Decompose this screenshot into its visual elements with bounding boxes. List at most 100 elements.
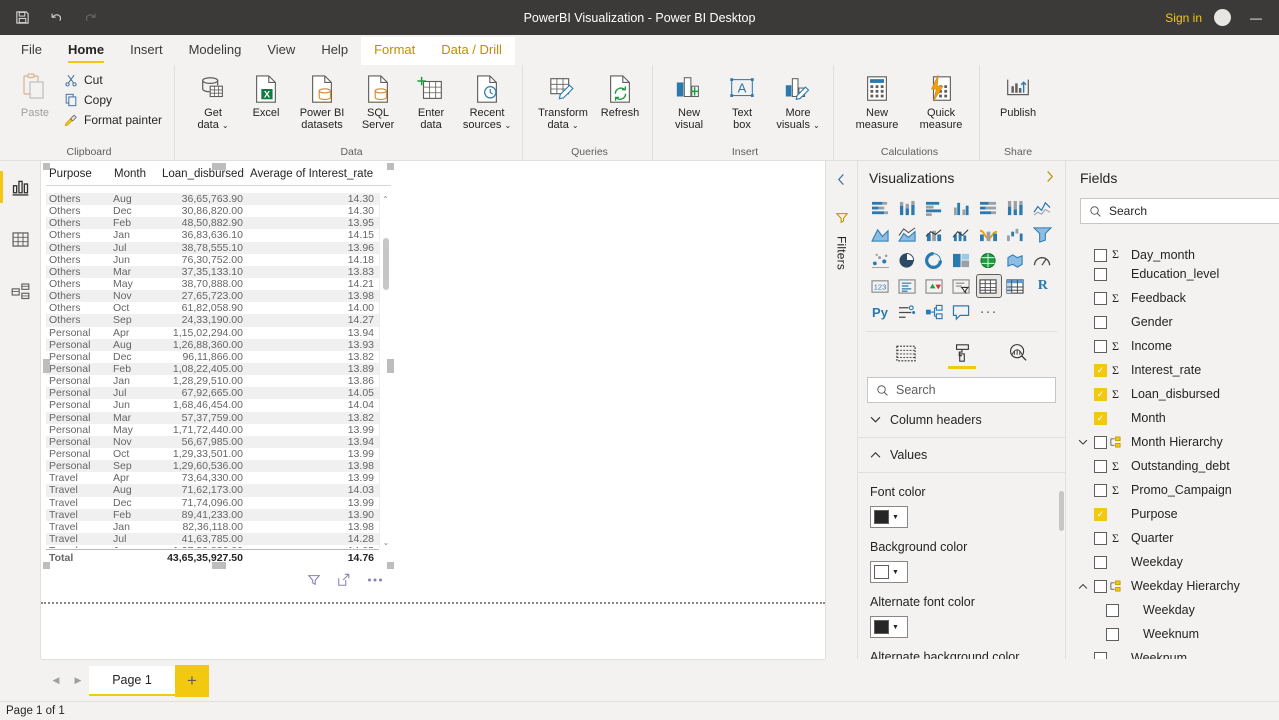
- field-item-weekday[interactable]: Weekday: [1066, 550, 1279, 574]
- field-checkbox[interactable]: [1094, 388, 1107, 401]
- field-checkbox[interactable]: [1094, 580, 1107, 593]
- tab-format-pane[interactable]: [946, 339, 978, 367]
- field-item-loan-disbursed[interactable]: ΣLoan_disbursed: [1066, 382, 1279, 406]
- ribbon-chart-icon[interactable]: [977, 223, 1001, 245]
- table-row[interactable]: PersonalApr1,15,02,294.0013.94: [46, 327, 379, 339]
- field-item-income[interactable]: ΣIncome: [1066, 334, 1279, 358]
- field-item-month-hierarchy[interactable]: Month Hierarchy: [1066, 430, 1279, 454]
- table-vertical-scrollbar[interactable]: ⌃ ⌄: [379, 193, 391, 548]
- paste-button[interactable]: Paste: [10, 69, 60, 119]
- table-row[interactable]: OthersDec30,86,820.0014.30: [46, 205, 379, 217]
- tab-fields-pane[interactable]: [890, 339, 922, 367]
- more-options-icon[interactable]: [367, 577, 383, 583]
- undo-icon[interactable]: [46, 8, 66, 28]
- table-row[interactable]: PersonalFeb1,08,22,405.0013.89: [46, 363, 379, 375]
- publish-button[interactable]: Publish: [992, 69, 1044, 122]
- field-checkbox[interactable]: [1094, 340, 1107, 353]
- tab-help[interactable]: Help: [308, 37, 361, 65]
- stacked-area-chart-icon[interactable]: [895, 223, 919, 245]
- map-icon[interactable]: [977, 249, 1001, 271]
- table-row[interactable]: TravelJun1,27,32,836.0014.05: [46, 545, 379, 548]
- table-row[interactable]: PersonalOct1,29,33,501.0013.99: [46, 448, 379, 460]
- field-item-weeknum[interactable]: Weeknum: [1066, 646, 1279, 659]
- table-row[interactable]: OthersNov27,65,723.0013.98: [46, 290, 379, 302]
- field-item-gender[interactable]: Gender: [1066, 310, 1279, 334]
- field-item-quarter[interactable]: ΣQuarter: [1066, 526, 1279, 550]
- decomposition-tree-icon[interactable]: [922, 301, 946, 323]
- page-next-button[interactable]: ▶: [67, 666, 89, 696]
- scroll-up-arrow[interactable]: ⌃: [380, 193, 391, 205]
- tab-modeling[interactable]: Modeling: [176, 37, 255, 65]
- format-pane-scrollbar[interactable]: [1059, 491, 1064, 531]
- table-row[interactable]: OthersAug36,65,763.9014.30: [46, 193, 379, 205]
- chevron-right-icon[interactable]: [1044, 170, 1055, 186]
- format-section-column-headers[interactable]: Column headers: [858, 403, 1065, 438]
- field-checkbox[interactable]: [1094, 249, 1107, 262]
- powerbi-datasets-button[interactable]: Power BI datasets: [293, 69, 351, 134]
- chevron-down-icon[interactable]: [1078, 439, 1094, 446]
- text-box-button[interactable]: A Text box: [716, 69, 768, 134]
- field-checkbox[interactable]: [1094, 508, 1107, 521]
- pie-chart-icon[interactable]: [895, 249, 919, 271]
- clustered-column-chart-icon[interactable]: [949, 197, 973, 219]
- multi-row-card-icon[interactable]: [895, 275, 919, 297]
- get-data-button[interactable]: Get data ⌄: [187, 69, 239, 135]
- gauge-icon[interactable]: [1031, 249, 1055, 271]
- minimize-button[interactable]: —: [1243, 8, 1269, 28]
- cut-button[interactable]: Cut: [61, 71, 168, 89]
- table-row[interactable]: OthersFeb48,50,882.9013.95: [46, 217, 379, 229]
- chevron-left-icon[interactable]: [836, 173, 847, 189]
- key-influencers-icon[interactable]: [895, 301, 919, 323]
- transform-data-button[interactable]: Transform data ⌄: [533, 69, 593, 135]
- field-item-weeknum[interactable]: Weeknum: [1066, 622, 1279, 646]
- tab-home[interactable]: Home: [55, 37, 117, 65]
- field-checkbox[interactable]: [1106, 604, 1119, 617]
- line-stacked-column-chart-icon[interactable]: [922, 223, 946, 245]
- table-row[interactable]: OthersJan36,83,636.1014.15: [46, 229, 379, 241]
- column-header-purpose[interactable]: Purpose: [46, 168, 114, 180]
- scroll-thumb[interactable]: [383, 238, 389, 290]
- new-visual-button[interactable]: New visual: [663, 69, 715, 134]
- avatar[interactable]: [1214, 9, 1231, 26]
- clustered-bar-chart-icon[interactable]: [922, 197, 946, 219]
- 100-stacked-bar-chart-icon[interactable]: [977, 197, 1001, 219]
- table-row[interactable]: PersonalNov56,67,985.0013.94: [46, 436, 379, 448]
- table-row[interactable]: PersonalSep1,29,60,536.0013.98: [46, 460, 379, 472]
- table-icon[interactable]: [977, 275, 1001, 297]
- kpi-icon[interactable]: [922, 275, 946, 297]
- table-row[interactable]: PersonalMar57,37,759.0013.82: [46, 412, 379, 424]
- table-row[interactable]: PersonalAug1,26,88,360.0013.93: [46, 339, 379, 351]
- format-section-values[interactable]: Values: [858, 438, 1065, 473]
- field-checkbox[interactable]: [1094, 268, 1107, 281]
- field-checkbox[interactable]: [1094, 436, 1107, 449]
- field-checkbox[interactable]: [1094, 292, 1107, 305]
- field-item-feedback[interactable]: ΣFeedback: [1066, 286, 1279, 310]
- field-item-month[interactable]: Month: [1066, 406, 1279, 430]
- matrix-icon[interactable]: [1004, 275, 1028, 297]
- page-tab-page-1[interactable]: Page 1: [89, 666, 175, 696]
- report-canvas[interactable]: Purpose Month Loan_disbursed Average of …: [41, 161, 825, 659]
- card-icon[interactable]: 123: [868, 275, 892, 297]
- table-row[interactable]: OthersSep24,33,190.0014.27: [46, 314, 379, 326]
- table-visual-body[interactable]: Purpose Month Loan_disbursed Average of …: [46, 166, 391, 566]
- chevron-up-icon[interactable]: [1078, 583, 1094, 590]
- page-prev-button[interactable]: ◀: [45, 666, 67, 696]
- field-item-outstanding-debt[interactable]: ΣOutstanding_debt: [1066, 454, 1279, 478]
- waterfall-chart-icon[interactable]: [1004, 223, 1028, 245]
- save-icon[interactable]: [12, 8, 32, 28]
- table-row[interactable]: TravelJul41,63,785.0014.28: [46, 533, 379, 545]
- table-row[interactable]: PersonalDec96,11,866.0013.82: [46, 351, 379, 363]
- excel-button[interactable]: X Excel: [240, 69, 292, 122]
- quick-measure-button[interactable]: Quick measure: [909, 69, 973, 134]
- tab-view[interactable]: View: [254, 37, 308, 65]
- column-header-loan-disbursed[interactable]: Loan_disbursed: [162, 168, 250, 180]
- table-row[interactable]: TravelDec71,74,096.0013.99: [46, 497, 379, 509]
- tab-format[interactable]: Format: [361, 37, 428, 65]
- area-chart-icon[interactable]: [868, 223, 892, 245]
- table-row[interactable]: TravelJan82,36,118.0013.98: [46, 521, 379, 533]
- new-measure-button[interactable]: New measure: [846, 69, 908, 134]
- field-checkbox[interactable]: [1094, 532, 1107, 545]
- line-chart-icon[interactable]: [1031, 197, 1055, 219]
- filters-pane-collapsed[interactable]: Filters: [825, 161, 858, 659]
- field-item-weekday[interactable]: Weekday: [1066, 598, 1279, 622]
